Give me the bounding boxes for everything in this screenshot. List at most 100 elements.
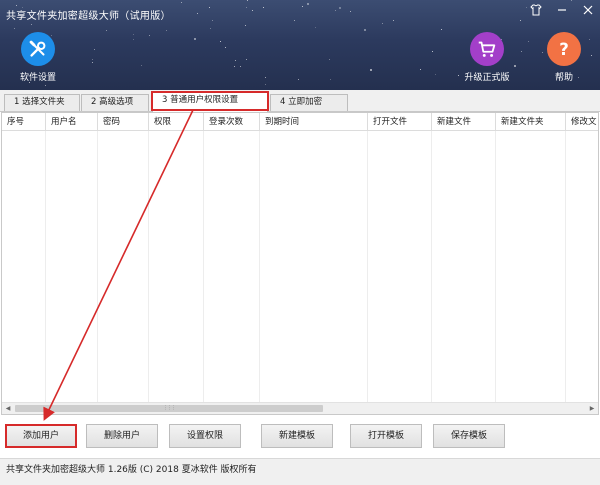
star-dot (265, 77, 266, 78)
set-permission-button[interactable]: 设置权限 (169, 424, 241, 448)
star-dot (528, 41, 529, 42)
star-dot (209, 7, 210, 8)
upgrade-label: 升级正式版 (464, 73, 510, 83)
tab-encrypt-now[interactable]: 4 立即加密 (270, 94, 348, 111)
star-dot (382, 23, 383, 24)
star-dot (235, 60, 236, 61)
add-user-button[interactable]: 添加用户 (5, 424, 77, 448)
minimize-icon[interactable] (556, 4, 568, 20)
tab-select-folder[interactable]: 1 选择文件夹 (4, 94, 80, 111)
star-dot (234, 66, 235, 67)
open-template-button[interactable]: 打开模板 (350, 424, 422, 448)
close-icon[interactable] (582, 4, 594, 20)
star-dot (521, 51, 522, 52)
column-divider (367, 131, 368, 402)
star-dot (514, 65, 516, 67)
step-tabs: 1 选择文件夹 2 高级选项 3 普通用户权限设置 4 立即加密 (0, 90, 600, 112)
star-dot (220, 41, 221, 42)
help-question-icon: ? (547, 32, 581, 66)
col-header-index[interactable]: 序号 (2, 113, 46, 131)
star-dot (16, 5, 17, 6)
column-divider (203, 131, 204, 402)
active-tab-highlight (151, 91, 269, 111)
star-dot (133, 34, 134, 35)
horizontal-scrollbar[interactable]: ◀ ⋮⋮⋮ ▶ (2, 402, 598, 414)
star-dot (194, 38, 196, 40)
star-dot (335, 10, 336, 11)
star-dot (329, 59, 330, 60)
star-dot (420, 69, 421, 70)
star-dot (435, 74, 436, 75)
star-dot (240, 66, 241, 67)
scroll-right-icon[interactable]: ▶ (586, 403, 598, 414)
svg-text:?: ? (559, 40, 569, 59)
window-title: 共享文件夹加密超级大师（试用版） (6, 11, 171, 22)
star-dot (432, 51, 433, 52)
title-bar: 共享文件夹加密超级大师（试用版） 软件设置 升级正式版 ? 帮助 (0, 0, 600, 90)
star-dot (106, 30, 107, 31)
scrollbar-thumb[interactable]: ⋮⋮⋮ (15, 405, 323, 412)
new-template-button[interactable]: 新建模板 (261, 424, 333, 448)
star-dot (252, 10, 253, 11)
star-dot (339, 7, 341, 9)
tab-advanced-options[interactable]: 2 高级选项 (81, 94, 149, 111)
star-dot (141, 65, 142, 66)
star-dot (265, 84, 266, 85)
star-dot (526, 7, 527, 8)
star-dot (589, 39, 590, 40)
star-dot (393, 20, 394, 21)
star-dot (315, 27, 316, 28)
star-dot (94, 49, 95, 50)
star-dot (197, 13, 198, 14)
col-header-new-file[interactable]: 新建文件 (432, 113, 496, 131)
star-dot (364, 29, 366, 31)
cart-icon (470, 32, 504, 66)
star-dot (225, 47, 226, 48)
star-dot (307, 3, 309, 5)
star-dot (370, 69, 372, 71)
star-dot (294, 20, 295, 21)
star-dot (149, 35, 150, 36)
column-divider (45, 131, 46, 402)
settings-tools-icon (21, 32, 55, 66)
user-table[interactable]: 序号 用户名 密码 权限 登录次数 到期时间 打开文件 新建文件 新建文件夹 修… (1, 112, 599, 415)
delete-user-button[interactable]: 删除用户 (86, 424, 158, 448)
col-header-password[interactable]: 密码 (98, 113, 149, 131)
help-button[interactable]: ? 帮助 (539, 32, 589, 83)
col-header-new-folder[interactable]: 新建文件夹 (496, 113, 566, 131)
star-dot (246, 59, 247, 60)
star-dot (210, 28, 211, 29)
star-dot (571, 0, 572, 1)
col-header-expiry[interactable]: 到期时间 (260, 113, 368, 131)
star-dot (247, 0, 248, 1)
table-header: 序号 用户名 密码 权限 登录次数 到期时间 打开文件 新建文件 新建文件夹 修… (2, 113, 598, 131)
col-header-open-file[interactable]: 打开文件 (368, 113, 432, 131)
star-dot (92, 62, 93, 63)
col-header-username[interactable]: 用户名 (46, 113, 98, 131)
column-divider (565, 131, 566, 402)
upgrade-button[interactable]: 升级正式版 (462, 32, 512, 83)
settings-button[interactable]: 软件设置 (13, 32, 63, 83)
settings-label: 软件设置 (19, 73, 56, 83)
column-divider (431, 131, 432, 402)
scroll-left-icon[interactable]: ◀ (2, 403, 14, 414)
star-dot (302, 6, 303, 7)
star-dot (520, 20, 521, 21)
star-dot (441, 29, 442, 30)
window-controls (530, 4, 594, 20)
save-template-button[interactable]: 保存模板 (433, 424, 505, 448)
column-divider (495, 131, 496, 402)
star-dot (133, 39, 134, 40)
star-dot (298, 79, 299, 80)
star-dot (330, 79, 331, 80)
star-dot (458, 75, 459, 76)
col-header-modify-file[interactable]: 修改文 (566, 113, 598, 131)
star-dot (45, 85, 46, 86)
col-header-permission[interactable]: 权限 (149, 113, 204, 131)
column-divider (259, 131, 260, 402)
star-dot (31, 24, 32, 25)
col-header-login-count[interactable]: 登录次数 (204, 113, 260, 131)
star-dot (14, 28, 15, 29)
shirt-icon[interactable] (530, 4, 542, 20)
help-label: 帮助 (554, 73, 573, 83)
